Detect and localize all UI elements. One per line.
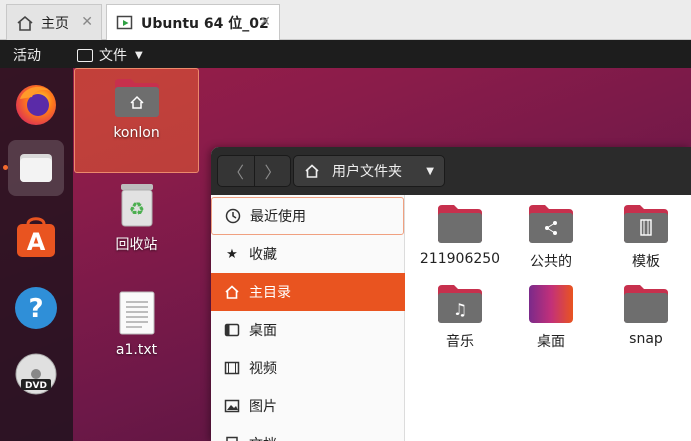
- sidebar-item-documents[interactable]: 文档: [211, 425, 405, 441]
- svg-text:?: ?: [28, 294, 43, 324]
- dock: A ? DVD: [0, 68, 73, 441]
- folder-label: 桌面: [537, 334, 565, 350]
- folder-icon: [438, 205, 482, 243]
- home-icon: [304, 163, 320, 179]
- folder-item[interactable]: snap: [602, 283, 690, 347]
- files-icon[interactable]: [8, 140, 64, 196]
- tab-vm-label: Ubuntu 64 位_02: [141, 15, 269, 32]
- app-menu-label: 文件: [99, 48, 127, 64]
- sidebar-item-label: 文档: [249, 434, 277, 441]
- app-menu[interactable]: 文件 ▼: [77, 45, 143, 65]
- sidebar-item-starred[interactable]: ★ 收藏: [211, 235, 405, 273]
- dvd-icon[interactable]: DVD: [8, 346, 64, 402]
- document-icon: [224, 436, 240, 441]
- desktop-icon-trash[interactable]: ♻ 回收站: [99, 182, 174, 254]
- folder-item[interactable]: 模板: [602, 203, 690, 271]
- image-icon: [224, 398, 240, 414]
- sidebar-item-recent[interactable]: 最近使用: [211, 197, 404, 235]
- music-folder-icon: ♫: [438, 285, 482, 323]
- svg-text:DVD: DVD: [25, 381, 47, 391]
- help-icon[interactable]: ?: [8, 280, 64, 336]
- software-icon[interactable]: A: [8, 210, 64, 266]
- places-sidebar: 最近使用 ★ 收藏 主目录 桌面 视频 图片: [211, 195, 405, 441]
- vm-icon: [115, 13, 135, 33]
- sidebar-item-label: 图片: [249, 399, 277, 415]
- desktop-icon-label: konlon: [113, 125, 160, 141]
- desktop-folder-icon: [529, 285, 573, 323]
- folder-icon: [77, 48, 93, 62]
- home-icon: [224, 284, 240, 300]
- activities-button[interactable]: 活动: [13, 45, 41, 65]
- svg-text:♫: ♫: [453, 300, 467, 319]
- sidebar-item-label: 最近使用: [250, 209, 306, 225]
- forward-button[interactable]: 〉: [253, 156, 290, 186]
- home-icon: [15, 13, 35, 33]
- path-label: 用户文件夹: [332, 164, 402, 180]
- tab-home-label: 主页: [41, 15, 69, 32]
- files-window: 〈 〉 用户文件夹 ▼ 最近使用 ★ 收藏 主目录 桌面 视频 图片 21190…: [211, 147, 691, 441]
- folder-label: 模板: [632, 254, 660, 270]
- template-folder-icon: [624, 205, 668, 243]
- sidebar-item-label: 主目录: [249, 285, 291, 301]
- folder-label: 211906250: [419, 251, 501, 267]
- desktop-icon-konlon[interactable]: konlon: [74, 68, 199, 173]
- vm-tab-strip: 主页 ✕ Ubuntu 64 位_02 ✕: [0, 0, 691, 40]
- folder-label: snap: [629, 331, 663, 347]
- close-icon[interactable]: ✕: [259, 14, 271, 30]
- share-folder-icon: [529, 205, 573, 243]
- close-icon[interactable]: ✕: [81, 14, 93, 30]
- desktop-icon-a1txt[interactable]: a1.txt: [99, 290, 174, 358]
- sidebar-item-label: 收藏: [249, 247, 277, 263]
- folder-icon: [624, 285, 668, 323]
- star-icon: ★: [226, 246, 238, 262]
- trash-icon: ♻: [120, 184, 153, 227]
- files-headerbar: 〈 〉 用户文件夹 ▼: [211, 147, 691, 195]
- sidebar-item-home[interactable]: 主目录: [211, 273, 405, 311]
- home-folder-icon: [114, 79, 159, 117]
- desktop-icon-label: 回收站: [115, 237, 158, 253]
- sidebar-item-pictures[interactable]: 图片: [211, 387, 405, 425]
- caret-down-icon: ▼: [135, 49, 143, 61]
- caret-down-icon: ▼: [426, 165, 434, 177]
- gnome-top-bar: 活动 文件 ▼: [0, 40, 691, 68]
- sidebar-item-label: 视频: [249, 361, 277, 377]
- desktop-icon: [224, 322, 240, 338]
- text-file-icon: [119, 291, 154, 335]
- svg-text:A: A: [27, 228, 46, 256]
- path-bar-button[interactable]: 用户文件夹 ▼: [293, 155, 445, 187]
- folder-item[interactable]: 211906250: [416, 203, 504, 267]
- svg-text:♻: ♻: [128, 199, 144, 220]
- folder-item[interactable]: ♫ 音乐: [416, 283, 504, 351]
- back-button[interactable]: 〈: [218, 156, 254, 186]
- tab-home[interactable]: 主页 ✕: [6, 4, 102, 40]
- firefox-icon[interactable]: [8, 75, 64, 131]
- film-icon: [224, 360, 240, 376]
- sidebar-item-desktop[interactable]: 桌面: [211, 311, 405, 349]
- file-view: 211906250 公共的 模板 ♫ 音乐 桌面 snap: [406, 195, 691, 441]
- clock-icon: [225, 208, 241, 224]
- folder-item[interactable]: 公共的: [507, 203, 595, 271]
- tab-vm[interactable]: Ubuntu 64 位_02 ✕: [106, 4, 280, 40]
- folder-label: 音乐: [446, 334, 474, 350]
- running-indicator: [3, 165, 8, 170]
- folder-item[interactable]: 桌面: [507, 283, 595, 351]
- nav-buttons: 〈 〉: [217, 155, 291, 187]
- sidebar-item-videos[interactable]: 视频: [211, 349, 405, 387]
- folder-label: 公共的: [530, 254, 572, 270]
- sidebar-item-label: 桌面: [249, 323, 277, 339]
- desktop-icon-label: a1.txt: [115, 342, 158, 358]
